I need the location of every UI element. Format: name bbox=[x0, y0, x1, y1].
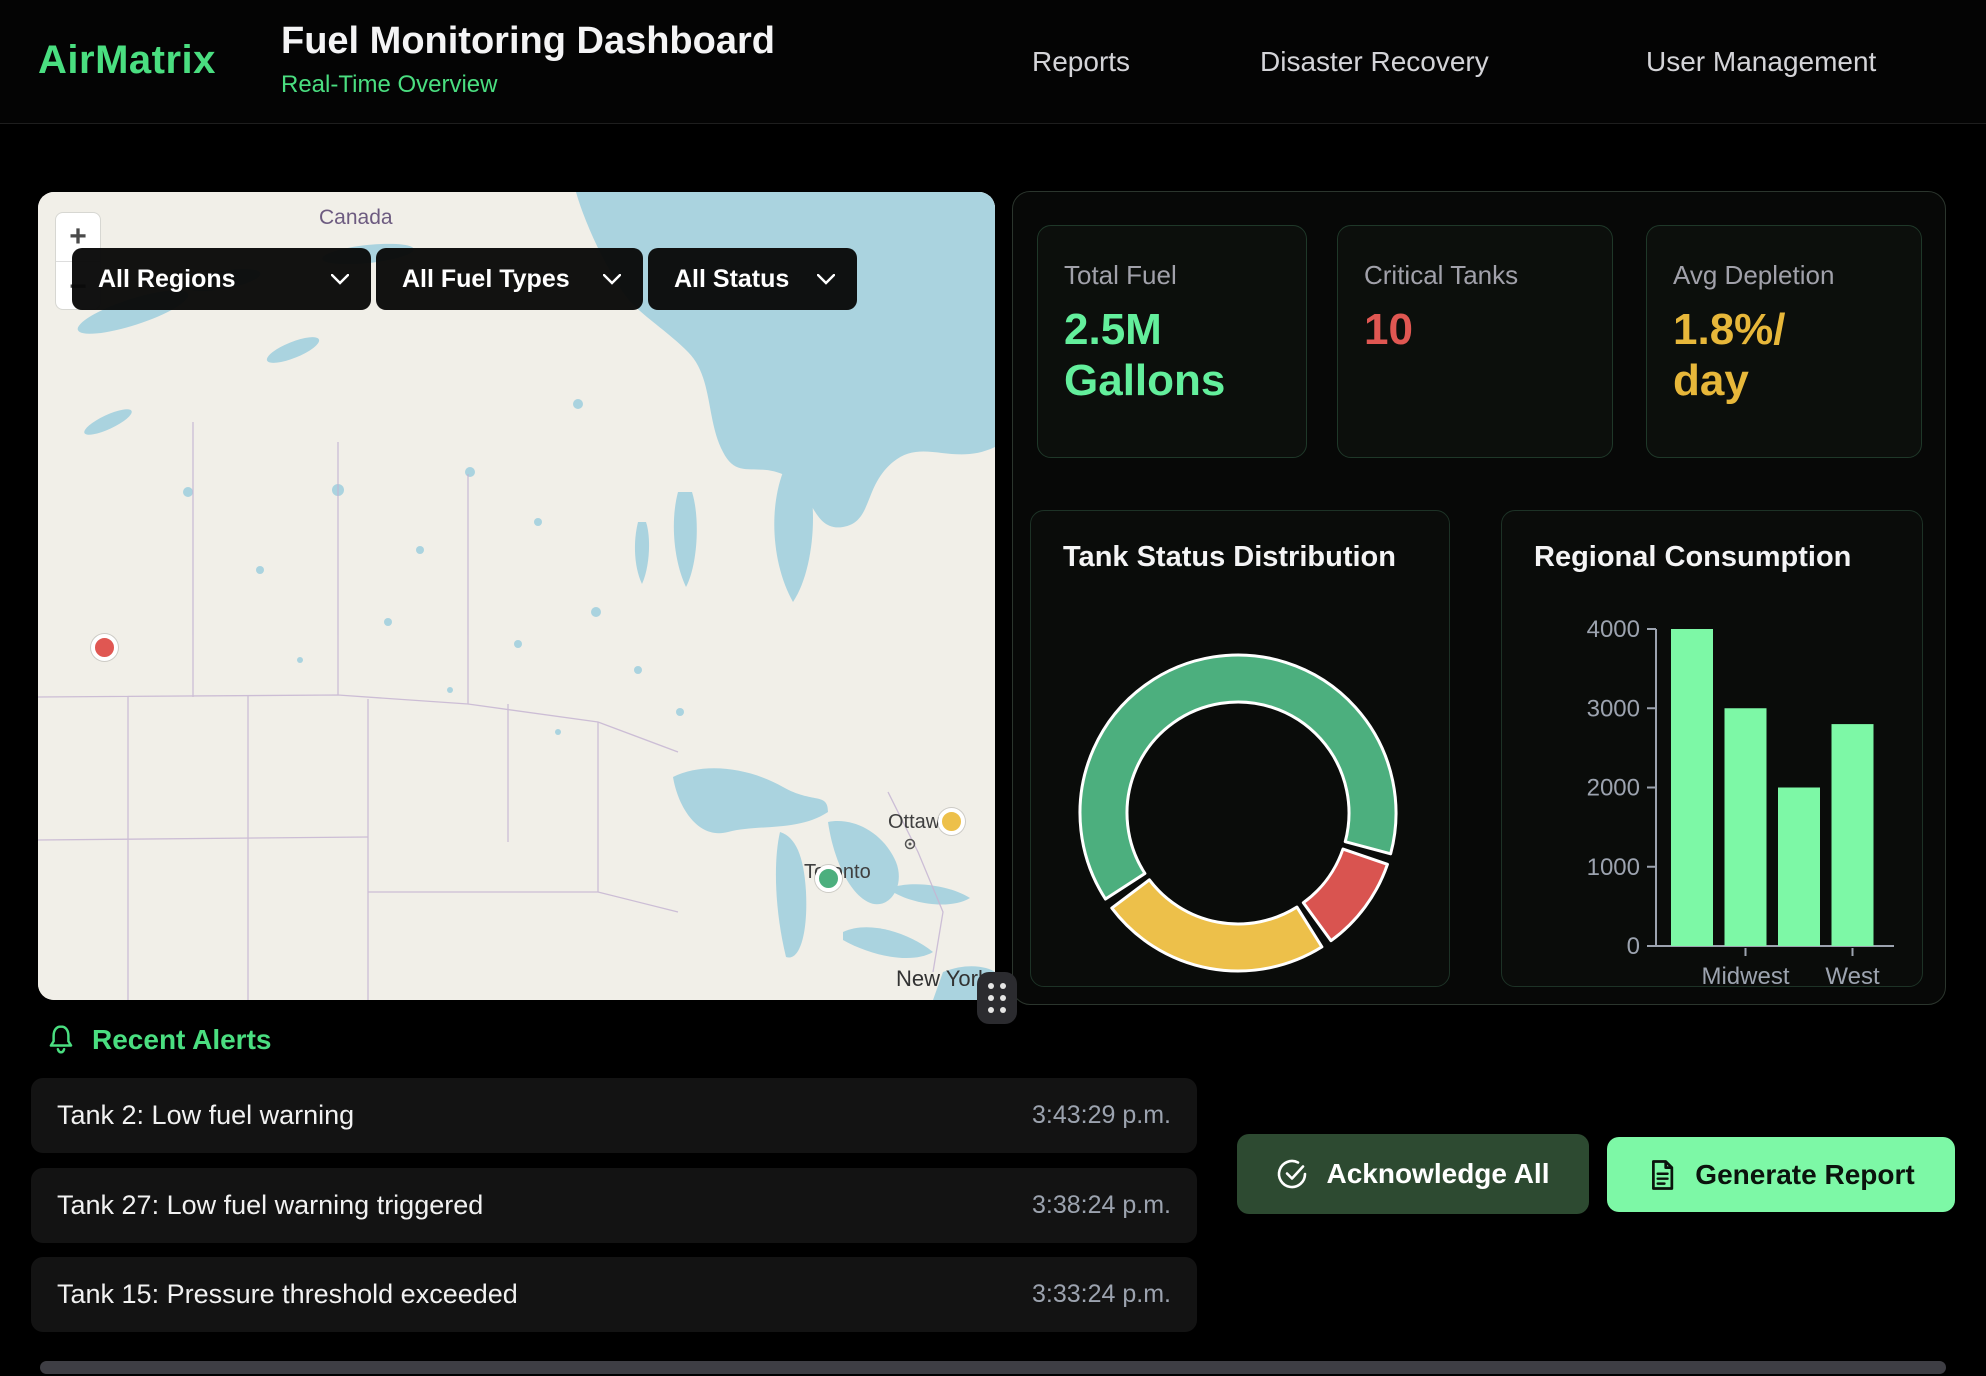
chevron-down-icon bbox=[603, 274, 621, 285]
map-label-country: Canada bbox=[319, 206, 393, 229]
header: AirMatrix Fuel Monitoring Dashboard Real… bbox=[0, 0, 1986, 124]
alert-message: Tank 15: Pressure threshold exceeded bbox=[57, 1279, 518, 1310]
chevron-down-icon bbox=[331, 274, 349, 285]
stat-value: 1.8%/ day bbox=[1673, 305, 1895, 406]
bell-icon bbox=[46, 1024, 76, 1056]
nav-disaster-recovery[interactable]: Disaster Recovery bbox=[1260, 46, 1489, 78]
generate-report-label: Generate Report bbox=[1695, 1159, 1914, 1191]
region-filter-value: All Regions bbox=[98, 265, 236, 294]
stat-label: Avg Depletion bbox=[1673, 260, 1895, 291]
alert-message: Tank 27: Low fuel warning triggered bbox=[57, 1190, 483, 1221]
bar-axis-label: 3000 bbox=[1587, 695, 1640, 722]
bottom-scrollbar[interactable] bbox=[40, 1361, 1946, 1374]
bar-axis-label: Midwest bbox=[1701, 963, 1789, 988]
stat-card-total-fuel: Total Fuel 2.5M Gallons bbox=[1037, 225, 1307, 458]
map-label-new-york: New York bbox=[896, 966, 990, 991]
alerts-title: Recent Alerts bbox=[92, 1024, 271, 1056]
title-block: Fuel Monitoring Dashboard Real-Time Over… bbox=[281, 20, 775, 99]
bar-Midwest bbox=[1725, 708, 1767, 946]
map-marker-warning[interactable] bbox=[938, 808, 965, 835]
alert-timestamp: 3:33:24 p.m. bbox=[1032, 1280, 1171, 1309]
map-marker-normal[interactable] bbox=[815, 865, 842, 892]
document-icon bbox=[1647, 1159, 1677, 1191]
alert-message: Tank 2: Low fuel warning bbox=[57, 1100, 354, 1131]
fuel-type-filter-value: All Fuel Types bbox=[402, 265, 570, 294]
stat-card-avg-depletion: Avg Depletion 1.8%/ day bbox=[1646, 225, 1922, 458]
brand-logo[interactable]: AirMatrix bbox=[38, 38, 216, 83]
page-title: Fuel Monitoring Dashboard bbox=[281, 20, 775, 63]
nav-user-management[interactable]: User Management bbox=[1646, 46, 1876, 78]
map-canvas: Canada Ottawa Toronto New York bbox=[38, 192, 995, 1000]
alert-row[interactable]: Tank 27: Low fuel warning triggered 3:38… bbox=[31, 1168, 1197, 1243]
fuel-monitoring-dashboard: AirMatrix Fuel Monitoring Dashboard Real… bbox=[0, 0, 1986, 1376]
alert-timestamp: 3:43:29 p.m. bbox=[1032, 1101, 1171, 1130]
acknowledge-all-button[interactable]: Acknowledge All bbox=[1237, 1134, 1589, 1214]
map-marker-critical[interactable] bbox=[91, 634, 118, 661]
region-filter-dropdown[interactable]: All Regions bbox=[72, 248, 371, 310]
stat-label: Total Fuel bbox=[1064, 260, 1280, 291]
bar-series-0 bbox=[1671, 629, 1713, 946]
bar-West bbox=[1832, 724, 1874, 946]
stat-label: Critical Tanks bbox=[1364, 260, 1586, 291]
nav-reports[interactable]: Reports bbox=[1032, 46, 1130, 78]
alert-row[interactable]: Tank 2: Low fuel warning 3:43:29 p.m. bbox=[31, 1078, 1197, 1153]
bar-axis-label: 2000 bbox=[1587, 775, 1640, 802]
bar-chart: 0 1000 2000 3000 4000 Midwest West bbox=[1502, 511, 1924, 988]
acknowledge-all-label: Acknowledge All bbox=[1326, 1158, 1549, 1190]
tank-status-distribution-card: Tank Status Distribution bbox=[1030, 510, 1450, 987]
stat-card-critical-tanks: Critical Tanks 10 bbox=[1337, 225, 1613, 458]
fuel-type-filter-dropdown[interactable]: All Fuel Types bbox=[376, 248, 643, 310]
donut-chart bbox=[1031, 511, 1451, 988]
bar-axis-label: West bbox=[1825, 963, 1880, 988]
stat-value: 2.5M Gallons bbox=[1064, 305, 1280, 406]
map-drag-handle[interactable] bbox=[977, 972, 1017, 1024]
page-subtitle: Real-Time Overview bbox=[281, 71, 775, 99]
alert-timestamp: 3:38:24 p.m. bbox=[1032, 1191, 1171, 1220]
bar-series-2 bbox=[1778, 788, 1820, 947]
generate-report-button[interactable]: Generate Report bbox=[1607, 1137, 1955, 1212]
map[interactable]: Canada Ottawa Toronto New York bbox=[38, 192, 995, 1000]
donut-segment-warning bbox=[1112, 880, 1322, 971]
stat-value: 10 bbox=[1364, 305, 1586, 356]
donut-segment-critical bbox=[1303, 849, 1387, 941]
bar-axis-label: 0 bbox=[1627, 933, 1640, 960]
status-filter-value: All Status bbox=[674, 265, 789, 294]
alerts-header: Recent Alerts bbox=[46, 1024, 271, 1056]
chevron-down-icon bbox=[817, 274, 835, 285]
status-filter-dropdown[interactable]: All Status bbox=[648, 248, 857, 310]
regional-consumption-card: Regional Consumption 01000200030004000Mi… bbox=[1501, 510, 1923, 987]
bar-axis-label: 4000 bbox=[1587, 616, 1640, 643]
check-circle-icon bbox=[1276, 1158, 1308, 1190]
bar-axis-label: 1000 bbox=[1587, 854, 1640, 881]
alert-row[interactable]: Tank 15: Pressure threshold exceeded 3:3… bbox=[31, 1257, 1197, 1332]
